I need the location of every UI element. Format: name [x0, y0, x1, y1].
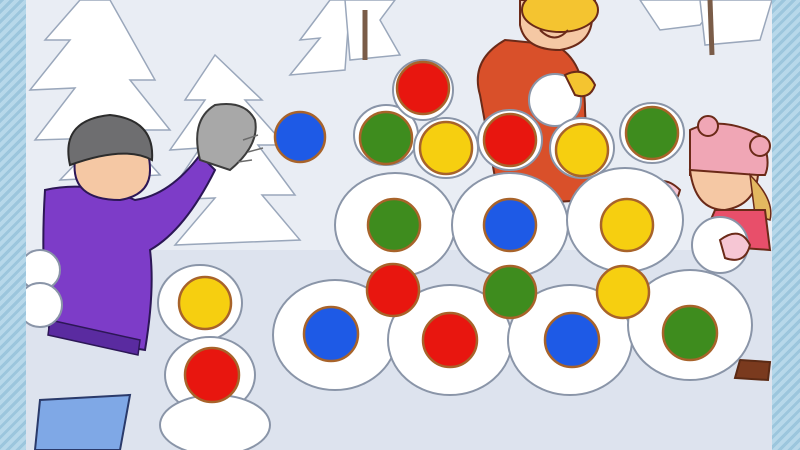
- ball-bottom-2-red[interactable]: [421, 311, 479, 369]
- ball-bottom-1-blue[interactable]: [302, 305, 360, 363]
- ball-flying-blue[interactable]: [273, 110, 327, 164]
- ball-top-red[interactable]: [395, 60, 451, 116]
- ball-mid-1-green[interactable]: [366, 197, 422, 253]
- game-stage: [0, 0, 800, 450]
- ball-left-top-yellow[interactable]: [177, 275, 233, 331]
- ball-row3-2-green[interactable]: [482, 264, 538, 320]
- ball-bottom-3-blue[interactable]: [543, 311, 601, 369]
- ball-mid-3-yellow[interactable]: [599, 197, 655, 253]
- ball-row1-4-yellow[interactable]: [554, 122, 610, 178]
- ball-row1-2-yellow[interactable]: [418, 120, 474, 176]
- ball-row1-5-green[interactable]: [624, 105, 680, 161]
- ball-bottom-4-green[interactable]: [661, 304, 719, 362]
- left-frame-border: [0, 0, 26, 450]
- ball-row1-3-red[interactable]: [482, 112, 538, 168]
- ball-row3-3-yellow[interactable]: [595, 264, 651, 320]
- ball-mid-2-blue[interactable]: [482, 197, 538, 253]
- ball-left-bottom-red[interactable]: [183, 346, 241, 404]
- ball-row3-1-red[interactable]: [365, 262, 421, 318]
- ball-row1-1-green[interactable]: [358, 110, 414, 166]
- scene-illustration: [26, 0, 772, 450]
- right-frame-border: [772, 0, 800, 450]
- winter-scene: [26, 0, 772, 450]
